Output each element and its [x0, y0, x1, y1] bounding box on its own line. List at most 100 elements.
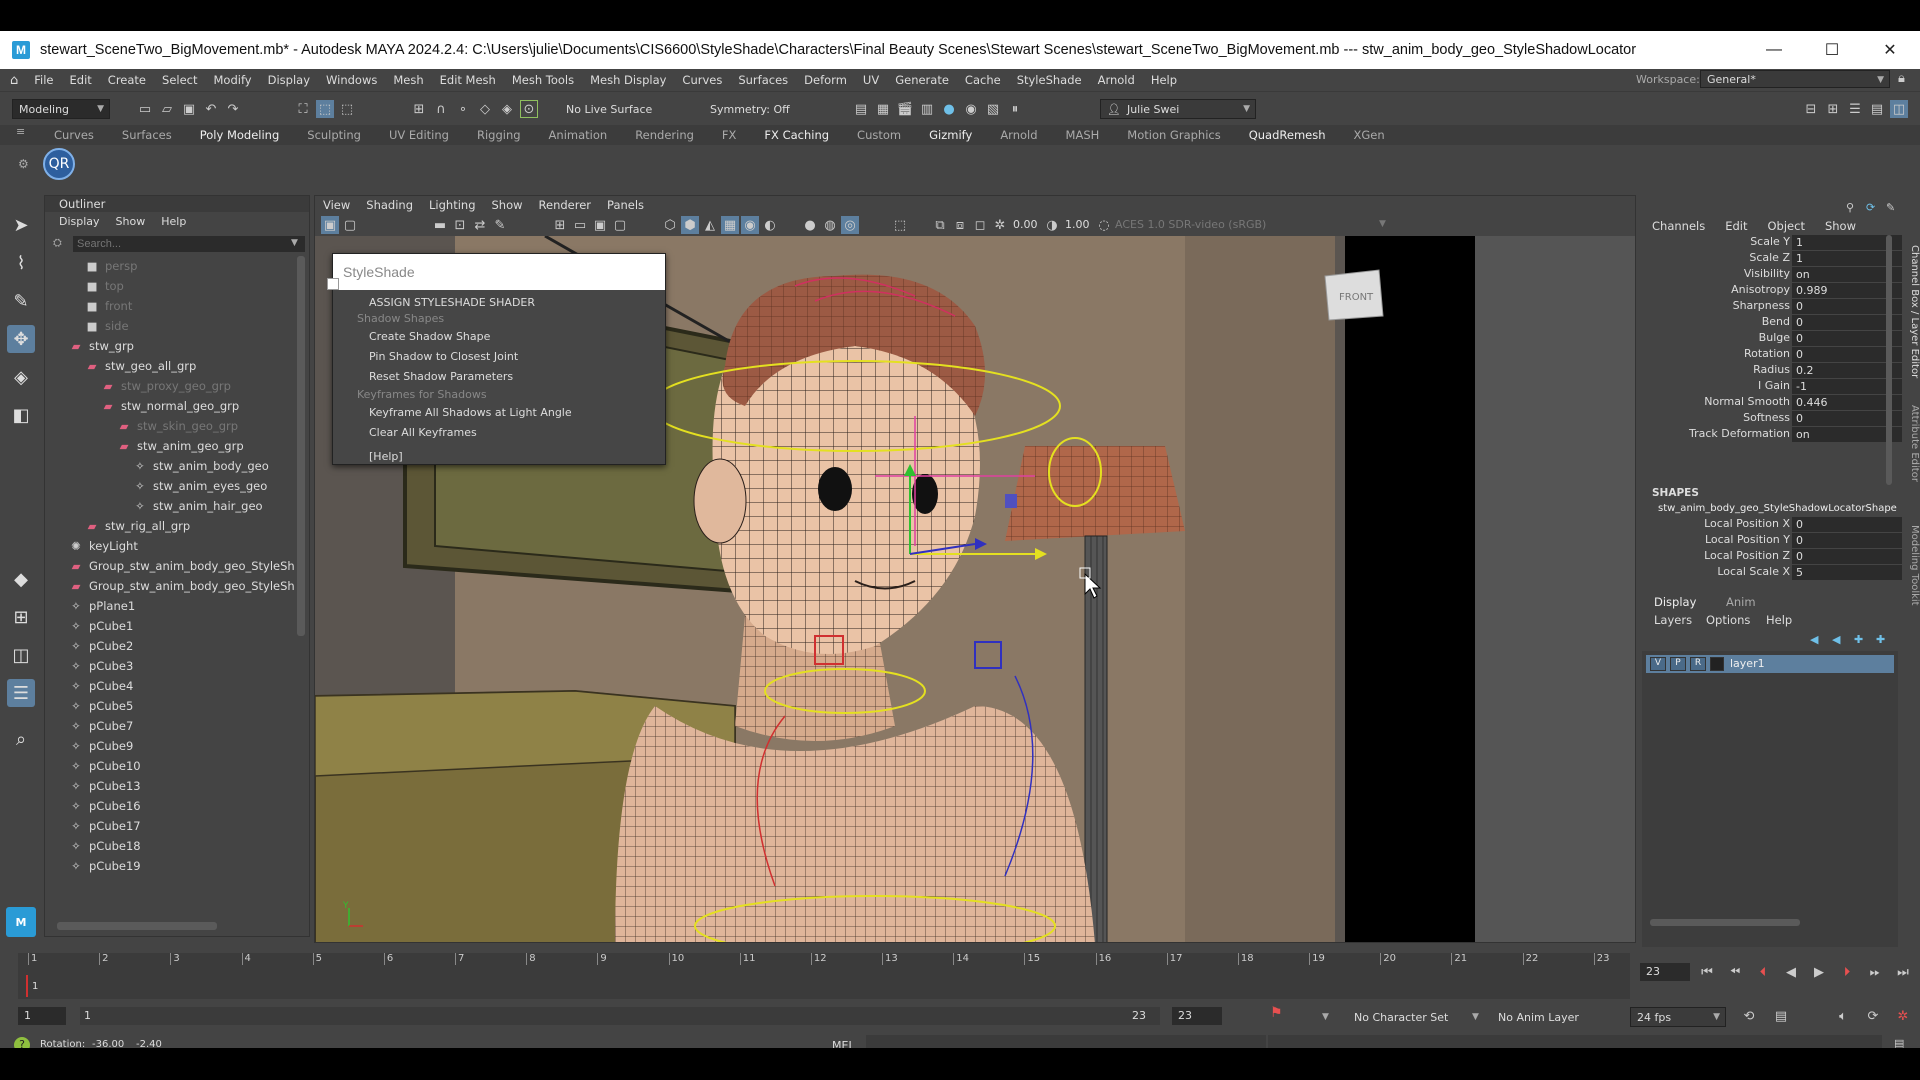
menu-cache[interactable]: Cache: [957, 73, 1009, 87]
channel-row[interactable]: Bend 0: [1660, 315, 1902, 331]
outliner-item[interactable]: ✧ pCube3: [69, 656, 133, 676]
start-time-field[interactable]: 1: [18, 1007, 66, 1025]
maximize-button[interactable]: ☐: [1804, 31, 1860, 69]
channel-row[interactable]: Local Scale X5: [1660, 565, 1902, 581]
tab-fx[interactable]: FX: [708, 125, 751, 145]
channels-menu-show[interactable]: Show: [1825, 219, 1856, 233]
outliner-item[interactable]: ✧ pCube10: [69, 756, 140, 776]
tab-fx-caching[interactable]: FX Caching: [750, 125, 843, 145]
outliner-item[interactable]: ✧ pCube17: [69, 816, 140, 836]
layout-single-icon[interactable]: ◆: [7, 565, 35, 593]
outliner-item[interactable]: ✧ stw_anim_body_geo: [133, 456, 269, 476]
grid-icon[interactable]: ⊞: [551, 216, 569, 234]
channel-row[interactable]: Softness 0: [1660, 411, 1902, 427]
bookmark-icon[interactable]: ▬: [431, 216, 449, 234]
lights-icon[interactable]: ◉: [741, 216, 759, 234]
menu-mesh-display[interactable]: Mesh Display: [582, 73, 674, 87]
channel-box-scrollbar[interactable]: [1886, 235, 1892, 485]
channel-row[interactable]: Scale Z1: [1660, 251, 1902, 267]
menu-styleshade[interactable]: StyleShade: [1009, 73, 1090, 87]
tab-rendering[interactable]: Rendering: [621, 125, 708, 145]
tab-anim[interactable]: Anim: [1726, 595, 1756, 609]
move-layer-up-icon[interactable]: ◀: [1810, 633, 1818, 646]
channel-row[interactable]: Normal Smooth 0.446: [1660, 395, 1902, 411]
open-scene-icon[interactable]: ▱: [158, 100, 176, 118]
attribute-editor-icon[interactable]: ⊞: [1824, 100, 1842, 118]
channels-menu-object[interactable]: Object: [1768, 219, 1805, 233]
shelf-settings-icon[interactable]: ⚙︎: [18, 157, 29, 171]
tab-surfaces[interactable]: Surfaces: [108, 125, 186, 145]
clear-keyframes-item[interactable]: Clear All Keyframes: [369, 426, 477, 439]
tab-animation[interactable]: Animation: [535, 125, 622, 145]
rotate-tool-icon[interactable]: ◈: [7, 363, 35, 391]
colorspace-field[interactable]: ACES 1.0 SDR-video (sRGB): [1115, 218, 1266, 231]
channel-row[interactable]: Bulge 0: [1660, 331, 1902, 347]
search-icon[interactable]: ⌕: [7, 725, 35, 753]
motion-blur-icon[interactable]: ◍: [821, 216, 839, 234]
channel-row[interactable]: Scale Y1: [1660, 235, 1902, 251]
xray-icon[interactable]: ⧉: [931, 216, 949, 234]
menu-curves[interactable]: Curves: [674, 73, 730, 87]
menu-arnold[interactable]: Arnold: [1090, 73, 1143, 87]
tab-custom[interactable]: Custom: [843, 125, 915, 145]
snap-grid-icon[interactable]: ⊞: [410, 100, 428, 118]
create-shadow-shape-item[interactable]: Create Shadow Shape: [369, 330, 490, 343]
outliner-item[interactable]: ✧ pCube19: [69, 856, 140, 876]
menu-surfaces[interactable]: Surfaces: [730, 73, 796, 87]
viewport-menu-lighting[interactable]: Lighting: [429, 198, 475, 212]
outliner-item[interactable]: ▰ stw_geo_all_grp: [85, 356, 197, 376]
antialias-icon[interactable]: ◎: [841, 216, 859, 234]
wireframe-icon[interactable]: ⬡: [661, 216, 679, 234]
grease-pencil-icon[interactable]: ✎: [491, 216, 509, 234]
exposure-icon[interactable]: ✲: [991, 216, 1009, 234]
sound-icon[interactable]: 🔈︎: [1834, 1007, 1852, 1025]
tab-sculpting[interactable]: Sculpting: [293, 125, 375, 145]
menu-help[interactable]: Help: [1143, 73, 1185, 87]
layer-name[interactable]: layer1: [1730, 657, 1765, 670]
select-tool-icon[interactable]: ➤: [7, 211, 35, 239]
outliner-item[interactable]: ▰ stw_normal_geo_grp: [101, 396, 240, 416]
chevron-down-icon[interactable]: ▼: [291, 238, 298, 248]
filter-icon[interactable]: ⛭: [53, 236, 62, 250]
layout-two-icon[interactable]: ◫: [7, 641, 35, 669]
layer-row[interactable]: V P R layer1: [1646, 655, 1894, 673]
character-set-select[interactable]: ▼ No Character Set: [1322, 1007, 1480, 1027]
isolate-icon[interactable]: ⬚: [891, 216, 909, 234]
channels-menu-channels[interactable]: Channels: [1652, 219, 1705, 233]
lasso-tool-icon[interactable]: ⌇: [7, 249, 35, 277]
outliner-item[interactable]: ✧ pCube2: [69, 636, 133, 656]
render-view-icon[interactable]: ▦: [874, 100, 892, 118]
outliner-item[interactable]: ■ top: [85, 276, 124, 296]
maya-home-icon[interactable]: M: [6, 907, 36, 937]
menu-mesh-tools[interactable]: Mesh Tools: [504, 73, 582, 87]
outliner-item[interactable]: ✧ pCube7: [69, 716, 133, 736]
tab-xgen[interactable]: XGen: [1340, 125, 1399, 145]
tab-mash[interactable]: MASH: [1052, 125, 1114, 145]
snap-curve-icon[interactable]: ∩: [432, 100, 450, 118]
camera-attr-icon[interactable]: ▢: [341, 216, 359, 234]
outliner-menu-help[interactable]: Help: [161, 215, 186, 228]
wireframe-on-shaded-icon[interactable]: ◭: [701, 216, 719, 234]
render-settings-icon[interactable]: ▤: [852, 100, 870, 118]
shadows-icon[interactable]: ◐: [761, 216, 779, 234]
new-scene-icon[interactable]: ▭: [136, 100, 154, 118]
options-menu[interactable]: Options: [1706, 613, 1750, 627]
menu-file[interactable]: File: [26, 73, 61, 87]
loop-icon[interactable]: ⟲: [1740, 1007, 1758, 1025]
animation-prefs-icon[interactable]: ✲: [1894, 1007, 1912, 1025]
cache-playback-icon[interactable]: ▤: [1772, 1007, 1790, 1025]
menu-select[interactable]: Select: [154, 73, 205, 87]
layout-four-icon[interactable]: ⊞: [7, 603, 35, 631]
gate-mask-icon[interactable]: ▢: [611, 216, 629, 234]
redo-icon[interactable]: ↷: [224, 100, 242, 118]
step-back-key-icon[interactable]: ⏪︎: [1726, 963, 1744, 981]
script-editor-icon[interactable]: ▤: [1894, 1037, 1904, 1048]
channel-row[interactable]: Local Position Y0: [1660, 533, 1902, 549]
outliner-item[interactable]: ✧ pCube13: [69, 776, 140, 796]
outliner-item[interactable]: ✧ pCube16: [69, 796, 140, 816]
outliner-hscrollbar[interactable]: [57, 922, 217, 930]
pause-icon[interactable]: ⏸︎: [1006, 100, 1024, 118]
menu-create[interactable]: Create: [100, 73, 154, 87]
channel-row[interactable]: I Gain -1: [1660, 379, 1902, 395]
resolution-gate-icon[interactable]: ▣: [591, 216, 609, 234]
